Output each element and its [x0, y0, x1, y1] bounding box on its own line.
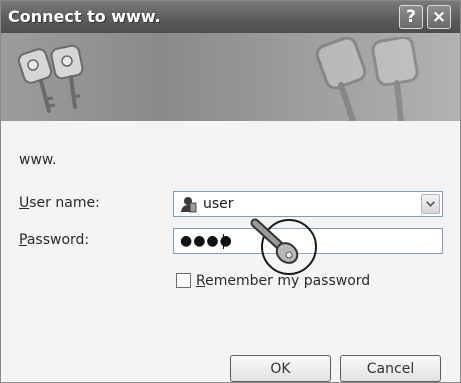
password-value: ●●●●	[180, 233, 233, 249]
cancel-button[interactable]: Cancel	[340, 355, 441, 382]
username-value: user	[203, 196, 234, 212]
password-label: Password:	[19, 232, 90, 248]
username-label: User name:	[19, 195, 100, 211]
close-button[interactable]: ×	[427, 5, 451, 29]
dialog-banner	[1, 33, 460, 121]
site-label: www.	[19, 152, 57, 168]
help-icon: ?	[406, 7, 416, 27]
remember-checkbox[interactable]	[176, 273, 191, 288]
ok-button[interactable]: OK	[230, 355, 331, 382]
keys-icon	[17, 44, 84, 113]
connect-dialog: Connect to www. ? × www. User name: user…	[0, 0, 461, 383]
key-cursor-icon	[250, 218, 317, 275]
keys-watermark-icon	[315, 37, 419, 121]
chevron-down-icon	[426, 201, 435, 207]
close-icon: ×	[431, 7, 447, 27]
text-caret	[223, 234, 224, 249]
help-button[interactable]: ?	[399, 5, 423, 29]
title-bar[interactable]: Connect to www. ? ×	[1, 1, 460, 33]
remember-label[interactable]: Remember my password	[196, 273, 370, 289]
user-icon	[181, 197, 197, 213]
window-title: Connect to www.	[8, 7, 161, 26]
username-dropdown-button[interactable]	[421, 194, 440, 214]
